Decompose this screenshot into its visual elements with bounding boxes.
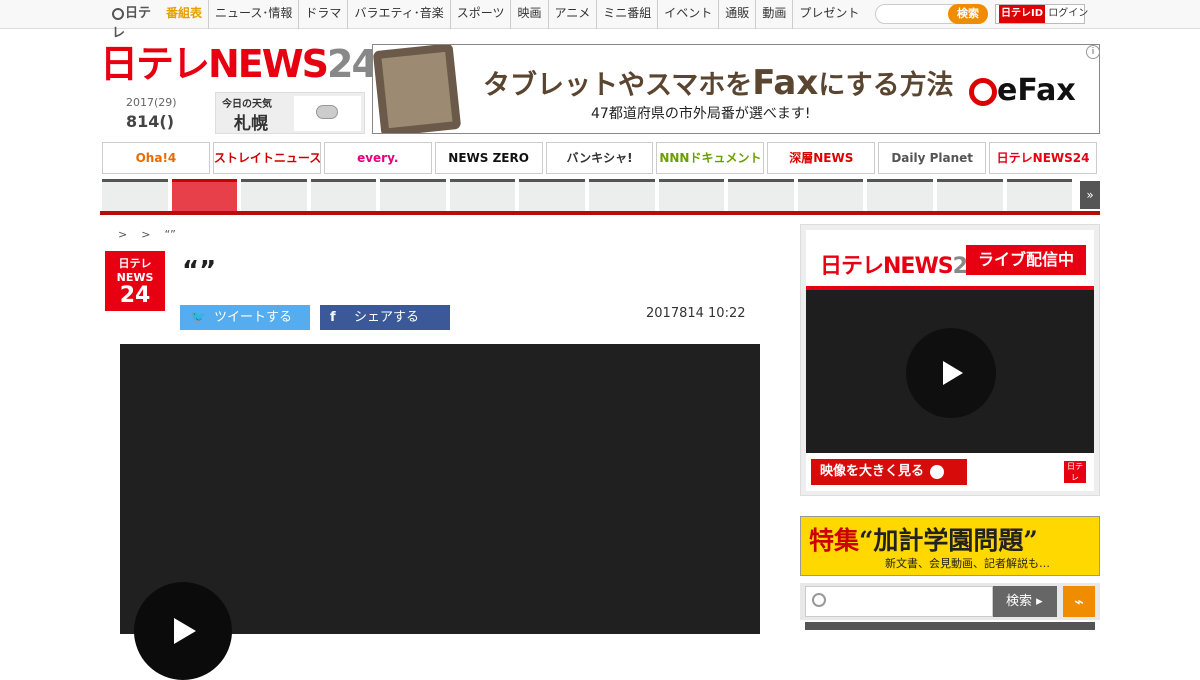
play-icon[interactable] [134,582,232,680]
ntv-small-logo: 日テレ [1064,461,1086,483]
live-badge: ライブ配信中 [966,245,1086,275]
live-logo: 日テレNEWS24 [820,254,982,279]
category-tab[interactable] [171,179,238,213]
top-nav-item[interactable]: ミニ番組 [596,0,657,29]
live-stream-widget: 日テレNEWS24 ライブ配信中 映像を大きく見る 日テレ [800,224,1100,496]
top-nav-item[interactable]: スポーツ [449,0,511,29]
program-banner[interactable]: every. [323,142,432,174]
date-year: 2017(29) [126,96,177,109]
top-nav-item[interactable]: ドラマ [298,0,347,29]
breadcrumb: > > “” [118,228,190,241]
weather-label: 今日の天気 [222,99,272,110]
search-icon [812,593,826,607]
category-tab[interactable] [449,179,516,213]
category-tab[interactable] [867,179,933,213]
live-video-player[interactable] [806,290,1094,453]
category-tab[interactable] [728,179,794,213]
feature-title: 特集“加計学園問題” [809,526,1038,555]
feature-banner[interactable]: 特集“加計学園問題” 新文書、会見動画、記者解説も… [800,516,1100,576]
cloud-icon [316,105,338,119]
play-icon[interactable] [906,328,996,418]
watch-large-button[interactable]: 映像を大きく見る [811,459,967,485]
twitter-icon: 🐦 [190,310,207,325]
sidebar-search-input[interactable] [805,586,993,617]
top-nav-item[interactable]: イベント [657,0,718,29]
top-nav-item[interactable]: 映画 [510,0,547,29]
category-tab[interactable] [102,179,168,213]
top-nav-item[interactable]: 番組表 [160,0,208,29]
category-tab[interactable] [519,179,586,213]
efax-logo: eFax [969,73,1076,108]
category-tab[interactable] [380,179,446,213]
ad-subtext: 47都道府県の市外局番が選べます! [591,106,811,122]
program-banner[interactable]: Daily Planet [878,142,987,174]
category-tabs [102,179,1073,213]
tablet-image [373,45,462,133]
sidebar-search: 検索 ▸ ⌁ [800,583,1100,620]
breadcrumb-current: “” [164,228,176,241]
date-display: 2017(29) 814() [126,96,206,131]
category-tab[interactable] [589,179,655,213]
program-banner[interactable]: 深層NEWS [767,142,876,174]
site-logo-num: 24 [327,42,378,86]
breadcrumb-sep[interactable]: > [118,228,127,241]
sidebar-next-section [805,622,1095,630]
site-logo[interactable]: 日テレNEWS24 [100,42,378,86]
top-search-input[interactable]: 検索 [875,4,988,24]
efax-swirl-icon [969,77,997,106]
weather-city: 札幌 [234,114,268,134]
ad-headline: タブレットやスマホをFaxにする方法 [483,63,954,103]
program-banner[interactable]: Oha!4 [102,142,210,174]
category-tab[interactable] [310,179,377,213]
efax-ad-banner[interactable]: タブレットやスマホをFaxにする方法 47都道府県の市外局番が選べます! eFa… [372,44,1100,134]
tweet-button[interactable]: 🐦 ツイートする [180,305,310,330]
category-tab[interactable] [797,179,864,213]
arrow-right-icon [930,464,945,479]
ntv-mark-icon [112,7,124,20]
news24-logo: 日テレ NEWS 24 [105,251,165,311]
login-label: ログイン [1048,8,1089,19]
top-nav-item[interactable]: アニメ [547,0,597,29]
weather-icon-box [294,96,361,131]
program-banner[interactable]: ストレイトニュース [212,142,321,174]
article-title: “” [182,256,217,286]
date-day: 814() [126,112,175,131]
category-tab[interactable] [658,179,725,213]
category-tab[interactable] [936,179,1003,213]
program-banner-row: Oha!4 ストレイトニュース every. NEWS ZERO バンキシャ! NNNドキ… [102,142,1098,174]
ntv-logo[interactable]: 日テレ [112,4,152,41]
feature-subtitle: 新文書、会見動画、記者解説も… [885,557,1050,570]
top-nav-item[interactable]: 動画 [755,0,792,29]
ad-info-icon[interactable]: i [1086,45,1100,59]
top-navigation: 日テレ 番組表 ニュース･情報 ドラマ バラエティ･音楽 スポーツ 映画 アニメ ミニ番組 イベ… [0,0,1200,41]
header-divider [100,211,1100,215]
login-button[interactable]: 日テレID ログイン [995,4,1089,24]
ntv-id-badge: 日テレID [999,5,1046,23]
program-banner[interactable]: NEWS ZERO [434,142,543,174]
publish-date: 2017814 10:22 [646,306,746,321]
sidebar-search-button[interactable]: 検索 ▸ [993,586,1057,617]
category-tab[interactable] [1006,179,1073,213]
category-more-button[interactable]: » [1080,181,1100,209]
top-nav-item[interactable]: バラエティ･音楽 [347,0,449,29]
breadcrumb-sep[interactable]: > [141,228,150,241]
live-footer: 映像を大きく見る 日テレ [806,453,1094,491]
site-logo-main: 日テレNEWS [100,42,329,86]
top-nav-item[interactable]: 通販 [718,0,755,29]
top-search-button[interactable]: 検索 [948,4,988,24]
program-banner[interactable]: 日テレNEWS24 [989,142,1098,174]
top-nav-item[interactable]: プレゼント [792,0,865,29]
article-video-player[interactable] [120,344,760,680]
rss-icon[interactable]: ⌁ [1063,586,1095,617]
program-banner[interactable]: バンキシャ! [545,142,654,174]
weather-widget[interactable]: 今日の天気 札幌 [215,92,365,134]
live-header: 日テレNEWS24 ライブ配信中 [806,230,1094,290]
top-nav-list: 番組表 ニュース･情報 ドラマ バラエティ･音楽 スポーツ 映画 アニメ ミニ番組 イベント 通販… [160,0,865,29]
facebook-share-button[interactable]: f シェアする [320,305,450,330]
top-nav-item[interactable]: ニュース･情報 [208,0,298,29]
category-tab[interactable] [241,179,307,213]
program-banner[interactable]: NNNドキュメント [656,142,765,174]
facebook-icon: f [330,310,336,325]
